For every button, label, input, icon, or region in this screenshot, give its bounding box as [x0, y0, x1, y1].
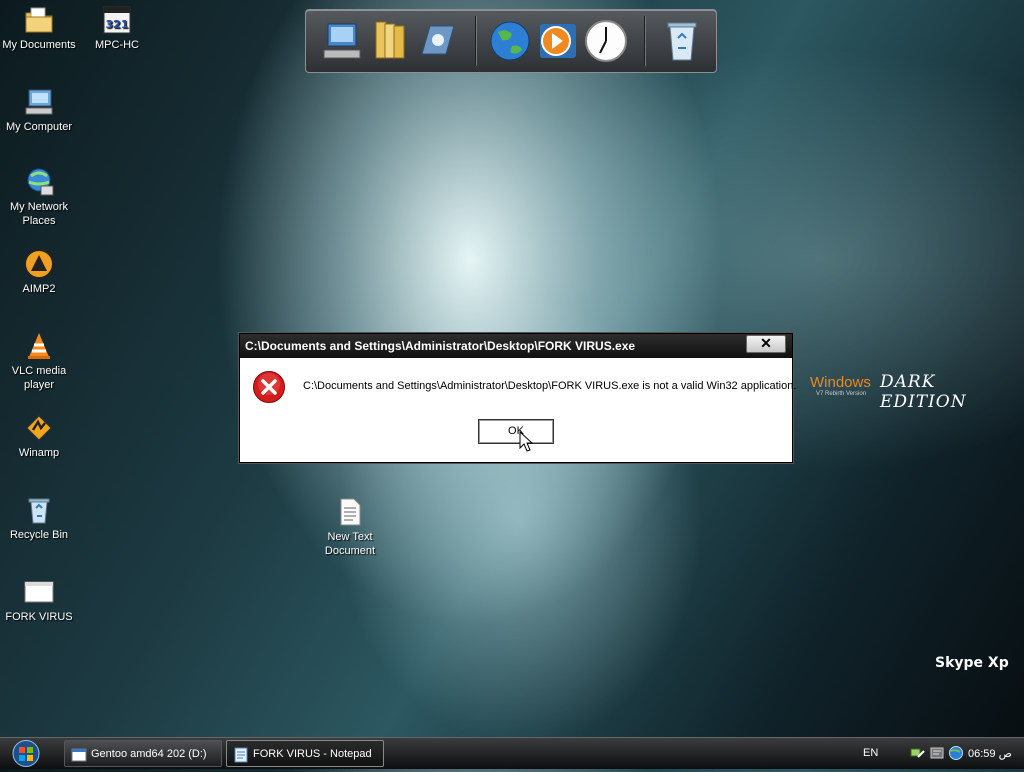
branding-windows-dark-edition: Windows DARK EDITION V7 Rebirth Version	[810, 372, 1010, 412]
globe-tray-icon[interactable]	[948, 745, 964, 761]
notepad-icon	[234, 747, 248, 763]
dock-control-panel-icon[interactable]	[416, 18, 460, 64]
computer-icon	[323, 23, 361, 59]
desktop-icon-label: Winamp	[18, 447, 60, 459]
dialog-title: C:\Documents and Settings\Administrator\…	[245, 339, 636, 353]
taskbar-button-notepad[interactable]: FORK VIRUS - Notepad	[226, 740, 384, 767]
error-icon	[253, 371, 285, 403]
desktop-icon-label: MPC-HC	[95, 39, 139, 51]
mpc-hc-icon: 321	[103, 6, 131, 34]
desktop-icon-label: FORK VIRUS	[5, 611, 73, 623]
windows-orb-icon	[12, 740, 40, 767]
dock	[305, 9, 717, 73]
branding-version: V7 Rebirth Version	[816, 391, 867, 397]
mouse-cursor-icon	[519, 431, 533, 452]
taskbar-button-label: FORK VIRUS - Notepad	[253, 748, 372, 760]
error-dialog: C:\Documents and Settings\Administrator\…	[239, 333, 796, 463]
dock-recycle-bin-icon[interactable]	[660, 18, 704, 64]
dock-globe-icon[interactable]	[488, 18, 532, 64]
vlc-icon	[28, 333, 50, 359]
taskbar: Gentoo amd64 202 (D:) FORK VIRUS - Notep…	[0, 737, 1024, 769]
desktop-icon-vlc[interactable]: VLC media player	[0, 330, 78, 392]
desktop-icon-label: My Computer	[5, 121, 73, 133]
dock-separator	[475, 16, 477, 66]
desktop-icon-label: My Documents	[2, 39, 76, 51]
network-tray-icon[interactable]	[910, 745, 926, 761]
media-player-icon	[540, 24, 576, 58]
control-panel-icon	[421, 25, 455, 55]
aimp-icon	[24, 249, 54, 279]
desktop-icon-label: New Text Document	[324, 531, 376, 557]
dock-clock-icon[interactable]	[584, 18, 628, 64]
desktop-icon-new-text-document[interactable]: New Text Document	[311, 496, 389, 558]
dock-separator	[644, 16, 646, 66]
desktop-icon-label: Recycle Bin	[9, 529, 69, 541]
drive-window-icon	[71, 748, 87, 762]
start-button[interactable]	[4, 739, 48, 768]
dialog-title-bar[interactable]: C:\Documents and Settings\Administrator\…	[240, 334, 792, 358]
desktop-icon-recycle-bin[interactable]: Recycle Bin	[0, 494, 78, 542]
taskbar-button-label: Gentoo amd64 202 (D:)	[91, 748, 207, 760]
language-indicator[interactable]: EN	[863, 747, 878, 759]
branding-skype-xp: Skype Xp	[935, 655, 1009, 671]
dialog-message: C:\Documents and Settings\Administrator\…	[303, 380, 797, 392]
desktop-icon-label: AIMP2	[22, 283, 56, 295]
desktop-icon-label: VLC media player	[11, 365, 67, 391]
folders-icon	[375, 21, 405, 59]
desktop-icon-aimp2[interactable]: AIMP2	[0, 248, 78, 296]
recycle-bin-icon	[667, 22, 697, 61]
clock[interactable]: 06:59 ص	[968, 747, 1012, 760]
dialog-body: C:\Documents and Settings\Administrator\…	[240, 359, 796, 462]
recycle-bin-icon	[28, 498, 50, 524]
dialog-close-button[interactable]: ✕	[746, 335, 786, 353]
dock-folders-icon[interactable]	[368, 18, 412, 64]
system-tray-icon[interactable]	[929, 745, 945, 761]
desktop-icon-my-computer[interactable]: My Computer	[0, 86, 78, 134]
desktop-icon-my-network-places[interactable]: My Network Places	[0, 166, 78, 228]
winamp-icon	[26, 415, 52, 441]
svg-text:321: 321	[106, 18, 129, 31]
taskbar-button-gentoo[interactable]: Gentoo amd64 202 (D:)	[64, 740, 222, 767]
dock-computer-icon[interactable]	[320, 18, 364, 64]
globe-icon	[490, 21, 530, 61]
folder-documents-icon	[25, 7, 53, 33]
ok-button[interactable]: OK	[478, 419, 554, 444]
window-app-icon	[24, 581, 54, 603]
computer-icon	[25, 89, 53, 115]
desktop-icon-winamp[interactable]: Winamp	[0, 412, 78, 460]
desktop-icon-label: My Network Places	[9, 201, 69, 227]
desktop-icon-mpc-hc[interactable]: 321 MPC-HC	[78, 4, 156, 52]
clock-icon	[585, 20, 627, 62]
branding-edition: DARK EDITION	[880, 372, 967, 412]
branding-windows-word: Windows	[810, 374, 871, 391]
desktop-icon-my-documents[interactable]: My Documents	[0, 4, 78, 52]
close-icon: ✕	[760, 335, 772, 351]
desktop-icon-fork-virus[interactable]: FORK VIRUS	[0, 576, 78, 624]
network-icon	[27, 168, 54, 196]
text-document-icon	[340, 498, 361, 526]
dock-media-player-icon[interactable]	[536, 18, 580, 64]
